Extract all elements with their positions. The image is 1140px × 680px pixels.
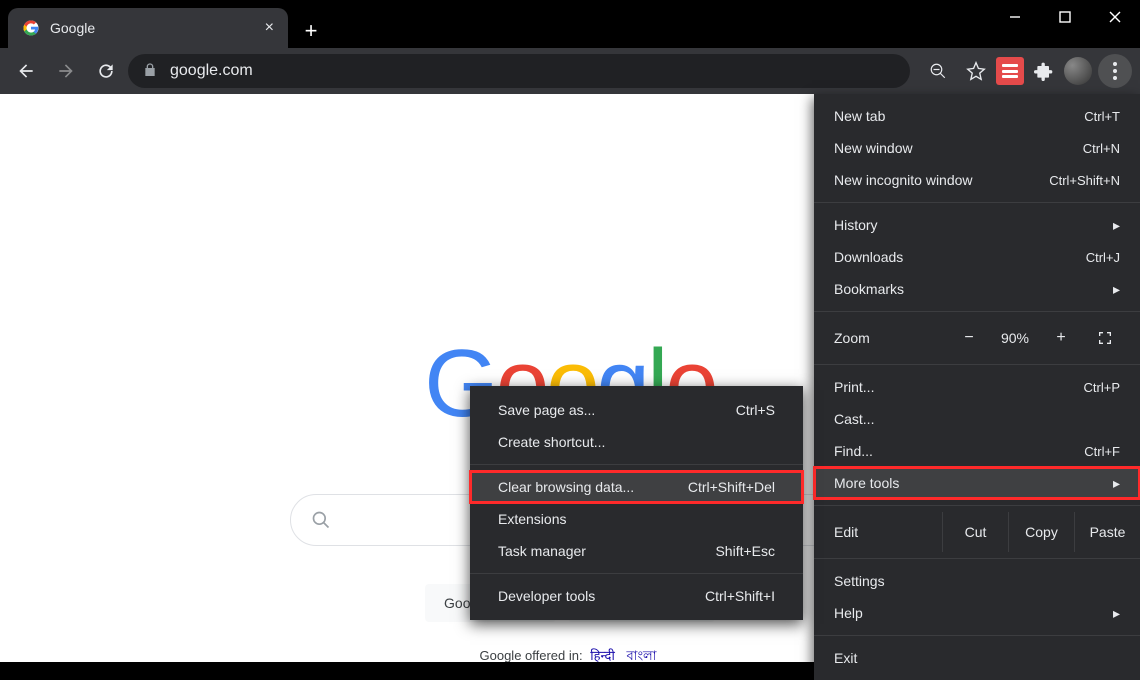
menu-item-shortcut: Ctrl+S — [736, 402, 775, 418]
menu-item-label: Zoom — [834, 330, 950, 346]
menu-item-label: New window — [834, 140, 1071, 156]
menu-item-shortcut: Ctrl+F — [1072, 444, 1120, 459]
reload-button[interactable] — [88, 53, 124, 89]
menu-item-shortcut: Ctrl+N — [1071, 141, 1120, 156]
menu-item-settings[interactable]: Settings — [814, 565, 1140, 597]
window-maximize-button[interactable] — [1040, 0, 1090, 34]
tab-close-icon[interactable]: × — [265, 19, 274, 37]
browser-tab[interactable]: Google × — [8, 8, 288, 48]
menu-item-label: Settings — [834, 573, 1120, 589]
language-line: Google offered in: हिन्दी বাংলা — [480, 646, 661, 662]
submenu-item-save-page-as[interactable]: Save page as... Ctrl+S — [470, 394, 803, 426]
lock-icon — [142, 62, 158, 81]
menu-item-bookmarks[interactable]: Bookmarks▸ — [814, 273, 1140, 305]
fullscreen-icon[interactable] — [1090, 330, 1120, 346]
menu-item-label: Save page as... — [498, 402, 595, 418]
menu-item-history[interactable]: History▸ — [814, 209, 1140, 241]
window-close-button[interactable] — [1090, 0, 1140, 34]
submenu-chevron-icon: ▸ — [1113, 281, 1120, 298]
address-bar[interactable]: google.com — [128, 54, 910, 88]
edit-paste-button[interactable]: Paste — [1074, 512, 1140, 552]
submenu-chevron-icon: ▸ — [1113, 217, 1120, 234]
menu-item-shortcut: Ctrl+Shift+N — [1037, 173, 1120, 188]
menu-item-label: Find... — [834, 443, 1072, 459]
menu-item-label: New tab — [834, 108, 1072, 124]
menu-item-label: Exit — [834, 650, 1120, 666]
google-favicon — [22, 19, 40, 37]
more-tools-submenu: Save page as... Ctrl+S Create shortcut... C… — [470, 386, 803, 620]
window-minimize-button[interactable] — [990, 0, 1040, 34]
menu-item-shortcut: Ctrl+T — [1072, 109, 1120, 124]
submenu-item-task-manager[interactable]: Task manager Shift+Esc — [470, 535, 803, 567]
menu-item-label: Extensions — [498, 511, 566, 527]
menu-item-label: Create shortcut... — [498, 434, 605, 450]
chrome-main-menu: New tabCtrl+TNew windowCtrl+NNew incogni… — [814, 94, 1140, 680]
extension-todoist-icon[interactable] — [996, 57, 1024, 85]
submenu-item-clear-browsing-data[interactable]: Clear browsing data... Ctrl+Shift+Del — [470, 471, 803, 503]
menu-item-new-incognito-window[interactable]: New incognito windowCtrl+Shift+N — [814, 164, 1140, 196]
menu-item-label: Edit — [814, 524, 942, 540]
menu-item-shortcut: Ctrl+Shift+Del — [688, 479, 775, 495]
menu-item-label: Help — [834, 605, 1113, 621]
submenu-chevron-icon: ▸ — [1113, 475, 1120, 492]
zoom-plus-button[interactable]: + — [1042, 329, 1080, 347]
menu-item-label: New incognito window — [834, 172, 1037, 188]
edit-cut-button[interactable]: Cut — [942, 512, 1008, 552]
menu-zoom-row: Zoom−90%+ — [814, 318, 1140, 358]
menu-item-label: Bookmarks — [834, 281, 1113, 297]
menu-item-new-window[interactable]: New windowCtrl+N — [814, 132, 1140, 164]
url-text: google.com — [170, 62, 253, 80]
zoom-out-icon[interactable] — [920, 53, 956, 89]
submenu-item-extensions[interactable]: Extensions — [470, 503, 803, 535]
menu-item-cast[interactable]: Cast... — [814, 403, 1140, 435]
menu-item-downloads[interactable]: DownloadsCtrl+J — [814, 241, 1140, 273]
menu-item-exit[interactable]: Exit — [814, 642, 1140, 674]
menu-edit-row: EditCutCopyPaste — [814, 512, 1140, 552]
edit-copy-button[interactable]: Copy — [1008, 512, 1074, 552]
back-button[interactable] — [8, 53, 44, 89]
menu-item-shortcut: Ctrl+J — [1074, 250, 1120, 265]
menu-item-new-tab[interactable]: New tabCtrl+T — [814, 100, 1140, 132]
search-icon — [311, 510, 331, 530]
menu-item-print[interactable]: Print...Ctrl+P — [814, 371, 1140, 403]
bookmark-star-icon[interactable] — [958, 53, 994, 89]
menu-item-more-tools[interactable]: More tools▸ — [814, 467, 1140, 499]
zoom-percent: 90% — [988, 330, 1042, 346]
tab-strip: Google × + — [0, 0, 1140, 48]
browser-toolbar: google.com — [0, 48, 1140, 94]
menu-item-label: Print... — [834, 379, 1072, 395]
menu-item-label: Downloads — [834, 249, 1074, 265]
menu-item-label: Task manager — [498, 543, 586, 559]
menu-item-find[interactable]: Find...Ctrl+F — [814, 435, 1140, 467]
menu-item-label: History — [834, 217, 1113, 233]
menu-item-label: Cast... — [834, 411, 1120, 427]
profile-avatar[interactable] — [1064, 57, 1092, 85]
language-link[interactable]: বাংলা — [626, 648, 656, 662]
menu-item-shortcut: Ctrl+Shift+I — [705, 588, 775, 604]
tab-title: Google — [50, 20, 255, 36]
menu-item-shortcut: Shift+Esc — [715, 543, 775, 559]
submenu-item-create-shortcut[interactable]: Create shortcut... — [470, 426, 803, 458]
extensions-puzzle-icon[interactable] — [1026, 53, 1062, 89]
submenu-item-developer-tools[interactable]: Developer tools Ctrl+Shift+I — [470, 580, 803, 612]
menu-item-label: Developer tools — [498, 588, 595, 604]
menu-item-label: Clear browsing data... — [498, 479, 634, 495]
menu-item-help[interactable]: Help▸ — [814, 597, 1140, 629]
chrome-menu-button[interactable] — [1098, 54, 1132, 88]
language-link[interactable]: हिन्दी — [590, 648, 615, 662]
menu-item-shortcut: Ctrl+P — [1072, 380, 1120, 395]
forward-button[interactable] — [48, 53, 84, 89]
submenu-chevron-icon: ▸ — [1113, 605, 1120, 622]
new-tab-button[interactable]: + — [294, 14, 328, 48]
zoom-minus-button[interactable]: − — [950, 329, 988, 347]
menu-item-label: More tools — [834, 475, 1113, 491]
